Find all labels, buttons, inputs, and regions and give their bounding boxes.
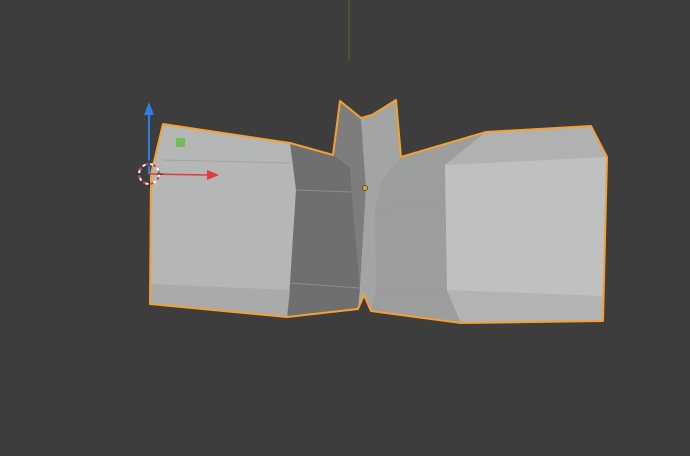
z-axis-arrow-icon[interactable] bbox=[144, 102, 154, 115]
viewport-canvas[interactable] bbox=[0, 0, 690, 456]
object-origin-point[interactable] bbox=[362, 185, 368, 191]
y-plane-handle-icon[interactable] bbox=[176, 138, 185, 147]
mesh-face-left-center bbox=[287, 143, 360, 317]
3d-viewport[interactable] bbox=[0, 0, 690, 456]
selected-mesh-object[interactable] bbox=[149, 99, 608, 324]
